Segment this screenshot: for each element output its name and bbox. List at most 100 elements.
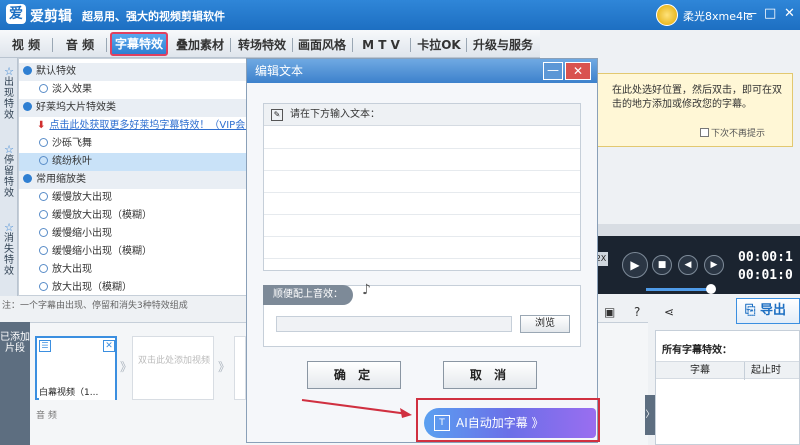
avatar[interactable] <box>656 4 678 26</box>
column-time-range[interactable]: 起止时 <box>744 362 781 380</box>
vtab-stay[interactable]: ☆ 停留特效 <box>0 144 18 199</box>
tab-mtv[interactable]: M T V <box>356 34 406 56</box>
tree-label: 缓慢缩小出现（模糊） <box>52 246 152 257</box>
tree-label: 好莱坞大片特效类 <box>36 102 116 113</box>
tree-item[interactable]: 缓慢缩小出现（模糊） <box>19 243 248 261</box>
current-time: 00:00:1 <box>738 250 793 265</box>
tab-style[interactable]: 画面风格 <box>294 34 350 56</box>
dont-show-again-checkbox[interactable]: 下次不再提示 <box>700 126 765 139</box>
radio-icon <box>39 228 48 237</box>
prev-frame-button[interactable]: ◀ <box>678 255 698 275</box>
tree-label: 放大出现（模糊） <box>52 282 132 293</box>
maximize-icon[interactable]: □ <box>764 6 776 21</box>
tab-subtitle-effects[interactable]: 字幕特效 <box>110 32 168 56</box>
checkbox-label: 下次不再提示 <box>711 129 766 139</box>
tree-label: 缓慢放大出现（模糊） <box>52 210 152 221</box>
sound-file-field[interactable] <box>276 316 512 332</box>
hint-text: 在此处选好位置，然后双击，即可在双击的地方添加或修改您的字幕。 <box>612 85 782 110</box>
vtab-label: 出现特效 <box>4 77 14 121</box>
add-video-slot[interactable]: 双击此处添加视频 <box>132 336 214 400</box>
dialog-close-icon[interactable]: ✕ <box>565 62 591 80</box>
help-icon[interactable]: ? <box>634 305 640 319</box>
clip-thumbnail[interactable]: ☰ ✕ 白幕视频（1... <box>35 336 117 400</box>
all-subtitles-panel: 所有字幕特效： 字幕 起止时 <box>655 330 800 445</box>
radio-icon <box>39 84 48 93</box>
title-bar: 爱 爱剪辑 超易用、强大的视频剪辑软件 柔光8xme4le — □ ✕ <box>0 0 800 30</box>
user-name[interactable]: 柔光8xme4le <box>683 8 753 24</box>
browse-button[interactable]: 浏览 <box>520 315 570 333</box>
star-icon: ☆ <box>4 65 14 78</box>
edit-icon: ✎ <box>271 109 283 121</box>
clip-slot[interactable] <box>234 336 246 400</box>
subtitle-text-input[interactable]: 请在下方输入文本： ✎ <box>263 103 581 271</box>
column-subtitle[interactable]: 字幕 <box>690 362 710 380</box>
app-logo-icon: 爱 <box>6 4 26 24</box>
minimize-icon[interactable]: — <box>744 6 757 21</box>
tree-item[interactable]: 淡入效果 <box>19 81 248 99</box>
annotation-arrow <box>301 399 412 418</box>
dialog-minimize-icon[interactable]: — <box>543 62 563 80</box>
tree-label: 默认特效 <box>36 66 76 77</box>
tree-item[interactable]: 缓慢放大出现（模糊） <box>19 207 248 225</box>
star-icon: ☆ <box>4 143 14 156</box>
save-icon[interactable]: ▣ <box>604 305 615 319</box>
tab-transitions[interactable]: 转场特效 <box>234 34 290 56</box>
star-icon: ☆ <box>4 221 14 234</box>
radio-icon <box>39 138 48 147</box>
radio-icon <box>39 156 48 165</box>
radio-icon <box>39 246 48 255</box>
checkbox-icon <box>700 128 709 137</box>
tree-label: 缓慢缩小出现 <box>52 228 112 239</box>
text-input-hint: 请在下方输入文本： <box>264 104 580 126</box>
download-icon: ⬇ <box>37 120 46 131</box>
tree-item[interactable]: 放大出现（模糊） <box>19 279 248 297</box>
tree-category[interactable]: 常用缩放类 <box>19 171 248 189</box>
tree-item[interactable]: 放大出现 <box>19 261 248 279</box>
stop-button[interactable]: ■ <box>652 255 672 275</box>
cancel-button[interactable]: 取 消 <box>443 361 537 389</box>
vtab-appear[interactable]: ☆ 出现特效 <box>0 66 18 121</box>
tree-label: 淡入效果 <box>52 84 92 95</box>
tree-category[interactable]: 默认特效 <box>19 63 248 81</box>
tree-item[interactable]: 缓慢放大出现 <box>19 189 248 207</box>
tab-overlay[interactable]: 叠加素材 <box>172 34 228 56</box>
music-note-icon: ♪ <box>362 282 371 298</box>
vtab-label: 停留特效 <box>4 155 14 199</box>
tree-item-selected[interactable]: 缤纷秋叶 <box>19 153 248 171</box>
volume-knob[interactable] <box>706 284 716 294</box>
tab-audio[interactable]: 音 频 <box>58 34 102 56</box>
play-button[interactable]: ▶ <box>622 252 648 278</box>
vtab-disappear[interactable]: ☆ 消失特效 <box>0 222 18 277</box>
tab-video[interactable]: 视 频 <box>4 34 48 56</box>
ok-button[interactable]: 确 定 <box>307 361 401 389</box>
added-clips-label: 已添加片段 <box>0 322 30 445</box>
tree-label: 点击此处获取更多好莱坞字幕特效！（VIP会员专享） <box>49 120 248 131</box>
effects-tree: 默认特效 淡入效果 好莱坞大片特效类 ⬇ 点击此处获取更多好莱坞字幕特效！（VIP… <box>18 58 248 296</box>
sound-effect-section: 顺便配上音效： ♪ 浏览 <box>263 282 581 347</box>
tree-category[interactable]: 好莱坞大片特效类 <box>19 99 248 117</box>
tree-item[interactable]: 缓慢缩小出现 <box>19 225 248 243</box>
share-icon[interactable]: ⋖ <box>664 305 674 319</box>
preview-scrollbar[interactable] <box>598 224 800 236</box>
vtab-label: 消失特效 <box>4 233 14 277</box>
volume-bar[interactable] <box>646 288 712 291</box>
tree-item[interactable]: 沙砾飞舞 <box>19 135 248 153</box>
audio-track-label: 音 频 <box>36 411 57 421</box>
next-frame-button[interactable]: ▶ <box>704 255 724 275</box>
clip-info-icon[interactable]: ☰ <box>39 340 51 352</box>
close-icon[interactable]: ✕ <box>784 6 795 21</box>
add-video-hint: 双击此处添加视频 <box>137 356 210 366</box>
main-menu-bar: 视 频 音 频 字幕特效 叠加素材 转场特效 画面风格 M T V 卡拉OK 升… <box>0 30 540 58</box>
collapse-icon <box>23 66 32 75</box>
tab-karaoke[interactable]: 卡拉OK <box>414 34 464 56</box>
clip-remove-icon[interactable]: ✕ <box>103 340 115 352</box>
tree-label: 缤纷秋叶 <box>52 156 92 167</box>
export-button[interactable]: ⎘ 导出 <box>736 298 800 324</box>
panel-collapse-handle[interactable]: 〉 <box>645 395 655 435</box>
app-name: 爱剪辑 <box>30 9 72 25</box>
collapse-icon <box>23 102 32 111</box>
tab-upgrade[interactable]: 升级与服务 <box>468 34 538 56</box>
total-time: 00:01:0 <box>738 268 793 283</box>
vip-effects-link[interactable]: ⬇点击此处获取更多好莱坞字幕特效！（VIP会员专享） <box>19 117 248 135</box>
effect-phase-tabs: ☆ 出现特效 ☆ 停留特效 ☆ 消失特效 <box>0 58 18 313</box>
